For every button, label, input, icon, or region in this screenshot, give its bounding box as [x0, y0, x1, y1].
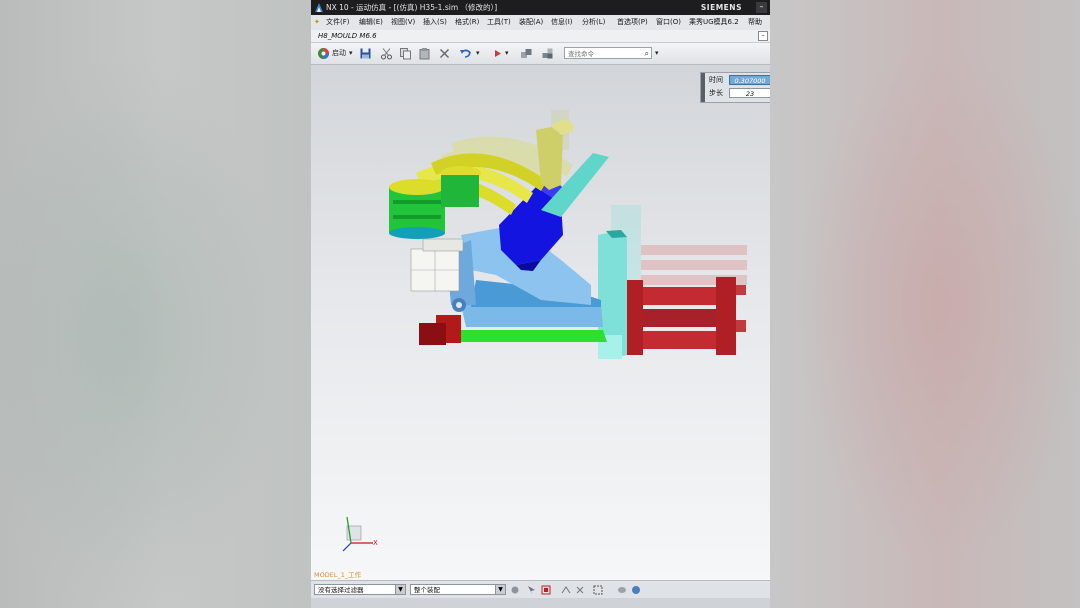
panel-grip-handle[interactable] [701, 73, 705, 102]
selection-bar: 没有选择过滤器 ▼ 整个装配 ▼ [311, 580, 770, 599]
command-search-input[interactable]: 查找命令 ⌕ [564, 47, 652, 59]
snap-options-icon[interactable] [575, 585, 585, 595]
siemens-brand: SIEMENS [700, 3, 742, 12]
menu-info[interactable]: 信息(I) [551, 15, 573, 30]
time-label: 时间 [709, 76, 723, 84]
animation-panel: 时间 0.307000 步长 23 [700, 72, 770, 103]
rectangle-select-icon[interactable] [593, 585, 603, 595]
nx-logo-icon [315, 3, 323, 12]
select-box-icon[interactable] [541, 585, 551, 595]
undo-icon[interactable] [459, 47, 472, 60]
menu-analysis[interactable]: 分析(L) [582, 15, 605, 30]
menu-view[interactable]: 视图(V) [391, 15, 415, 30]
minimize-button[interactable]: – [756, 2, 767, 13]
background-blur-left [0, 0, 310, 608]
menu-tools[interactable]: 工具(T) [487, 15, 511, 30]
menu-ug-mould[interactable]: 乘秀UG模具6.2 [689, 15, 739, 30]
menu-assembly[interactable]: 装配(A) [519, 15, 543, 30]
component-icon[interactable] [541, 47, 554, 60]
menu-format[interactable]: 格式(R) [455, 15, 479, 30]
chevron-down-icon[interactable]: ▼ [495, 585, 505, 594]
delete-icon[interactable] [438, 47, 451, 60]
menu-edit[interactable]: 编辑(E) [359, 15, 383, 30]
render-style-icon[interactable] [631, 585, 641, 595]
mould-3d-model[interactable]: X [311, 65, 770, 580]
start-dropdown-icon[interactable]: ▾ [349, 47, 353, 60]
selection-scope-value: 整个装配 [414, 586, 440, 594]
axis-x-label: X [373, 539, 378, 547]
selection-filter-value: 没有选择过滤器 [318, 586, 364, 594]
select-arrow-icon[interactable] [527, 585, 537, 595]
nx-window: NX 10 - 运动仿真 - [(仿真) H35-1.sim （修改的）] SI… [311, 0, 770, 608]
selection-scope-dropdown[interactable]: 整个装配 ▼ [410, 584, 506, 595]
start-icon[interactable] [317, 47, 330, 60]
document-name: H8_MOULD M6.6 [318, 32, 377, 40]
command-search-placeholder: 查找命令 [568, 50, 594, 58]
graphics-viewport[interactable]: X 时间 0.307000 步长 23 MODEL_1_工作 [311, 65, 770, 580]
window-title: NX 10 - 运动仿真 - [(仿真) H35-1.sim （修改的）] [326, 3, 498, 12]
menu-insert[interactable]: 插入(S) [423, 15, 447, 30]
menu-star-icon: ✦ [314, 18, 320, 26]
step-label: 步长 [709, 89, 723, 97]
time-field[interactable]: 0.307000 [729, 75, 770, 85]
standard-toolbar: 启动 ▾ ▾ ▾ 查找命令 ⌕ ▾ [311, 43, 770, 65]
undo-dropdown-icon[interactable]: ▾ [476, 47, 480, 60]
paste-icon[interactable] [418, 47, 431, 60]
play-dropdown-icon[interactable]: ▾ [505, 47, 509, 60]
start-button[interactable]: 启动 [332, 47, 346, 60]
menu-window[interactable]: 窗口(O) [656, 15, 681, 30]
chevron-down-icon[interactable]: ▼ [395, 585, 405, 594]
view-orient-icon[interactable] [617, 585, 627, 595]
search-icon[interactable]: ⌕ [645, 48, 649, 60]
hydraulic-cylinder [621, 277, 746, 355]
copy-icon[interactable] [399, 47, 412, 60]
save-icon[interactable] [359, 47, 372, 60]
restore-icon[interactable]: – [758, 31, 768, 41]
title-bar: NX 10 - 运动仿真 - [(仿真) H35-1.sim （修改的）] SI… [311, 0, 770, 15]
model-work-label: MODEL_1_工作 [314, 571, 362, 579]
menu-bar: ✦ 文件(F) 编辑(E) 视图(V) 插入(S) 格式(R) 工具(T) 装配… [311, 15, 770, 30]
menu-help[interactable]: 帮助 [748, 15, 762, 30]
document-bar: H8_MOULD M6.6 – [311, 30, 770, 43]
selection-filter-dropdown[interactable]: 没有选择过滤器 ▼ [314, 584, 406, 595]
white-block [410, 238, 464, 292]
assembly-icon[interactable] [520, 47, 533, 60]
filter-settings-icon[interactable] [510, 585, 520, 595]
view-triad-icon [342, 516, 373, 552]
background-blur-right [770, 0, 1080, 608]
menu-file[interactable]: 文件(F) [326, 15, 350, 30]
play-icon[interactable] [491, 47, 504, 60]
step-field[interactable]: 23 [729, 88, 770, 98]
menu-preferences[interactable]: 首选项(P) [617, 15, 648, 30]
bottom-strip [311, 598, 770, 608]
snap-point-icon[interactable] [561, 585, 571, 595]
toolbar-options-icon[interactable]: ▾ [655, 47, 659, 60]
cut-icon[interactable] [380, 47, 393, 60]
